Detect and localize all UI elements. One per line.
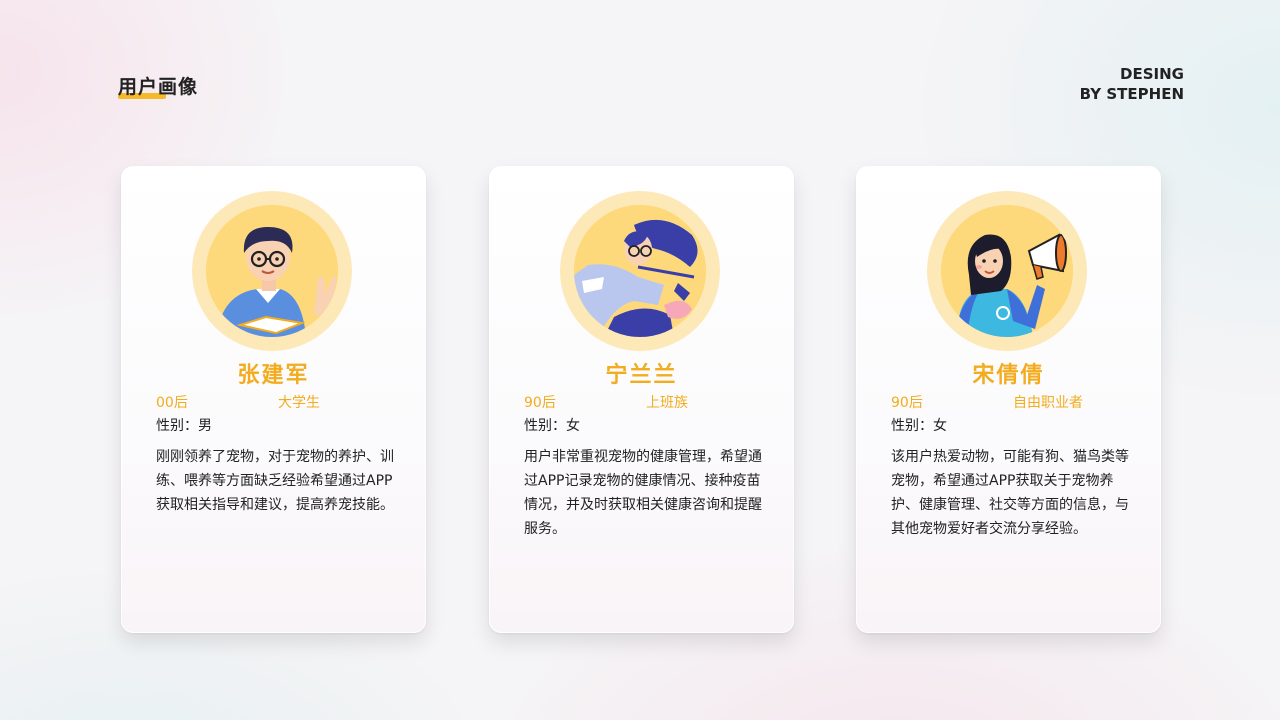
persona-description: 该用户热爱动物，可能有狗、猫鸟类等宠物，希望通过APP获取关于宠物养护、健康管理… (891, 449, 1129, 537)
persona-card-2: 宁兰兰 90后 上班族 性别：女 用户非常重视宠物的健康管理，希望通过APP记录… (489, 166, 794, 633)
avatar (192, 191, 352, 351)
persona-gender: 性别：女 (891, 418, 947, 434)
persona-occupation: 上班族 (646, 395, 688, 411)
credit-line-1: DESING (1120, 65, 1184, 83)
author-credit: DESING BY STEPHEN (1080, 64, 1184, 104)
persona-age: 90后 (524, 395, 556, 411)
persona-description: 刚刚领养了宠物，对于宠物的养护、训练、喂养等方面缺乏经验希望通过APP获取相关指… (156, 449, 394, 513)
persona-occupation: 自由职业者 (1013, 395, 1083, 411)
page-title: 用户画像 (118, 76, 199, 98)
persona-card-3: 宋倩倩 90后 自由职业者 性别：女 该用户热爱动物，可能有狗、猫鸟类等宠物，希… (856, 166, 1161, 633)
credit-line-2: BY STEPHEN (1079, 85, 1184, 103)
persona-age: 00后 (156, 395, 188, 411)
avatar (927, 191, 1087, 351)
persona-gender: 性别：女 (524, 418, 580, 434)
avatar (560, 191, 720, 351)
persona-name: 宋倩倩 (972, 363, 1045, 388)
persona-description: 用户非常重视宠物的健康管理，希望通过APP记录宠物的健康情况、接种疫苗情况，并及… (524, 449, 762, 537)
persona-occupation: 大学生 (278, 395, 320, 411)
persona-name: 张建军 (237, 363, 310, 388)
woman-with-megaphone-icon (941, 205, 1073, 337)
persona-gender: 性别：男 (156, 418, 212, 434)
persona-age: 90后 (891, 395, 923, 411)
persona-card-1: 张建军 00后 大学生 性别：男 刚刚领养了宠物，对于宠物的养护、训练、喂养等方… (121, 166, 426, 633)
student-with-glasses-icon (206, 205, 338, 337)
persona-name: 宁兰兰 (605, 363, 678, 388)
office-worker-icon (574, 205, 706, 337)
